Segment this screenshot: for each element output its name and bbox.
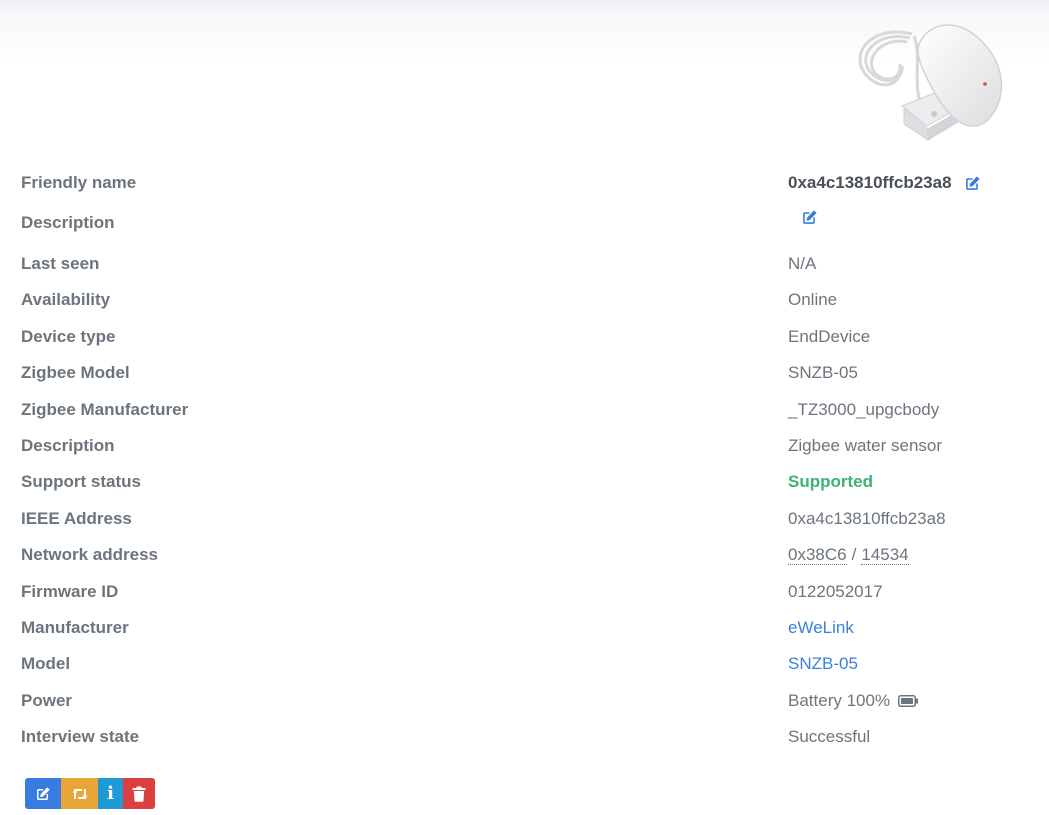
reconfigure-button[interactable]: [61, 778, 98, 809]
field-label: Power: [21, 691, 73, 710]
row-support-status: Support status Supported: [0, 467, 1049, 497]
rename-device-button[interactable]: [25, 778, 61, 809]
field-label: Network address: [21, 545, 158, 564]
field-value: N/A: [788, 254, 817, 273]
row-manufacturer: Manufacturer eWeLink: [0, 613, 1049, 643]
field-label: Device type: [21, 327, 116, 346]
row-interview-state: Interview state Successful: [0, 722, 1049, 752]
field-label: Interview state: [21, 727, 140, 746]
network-address-separator: /: [851, 545, 857, 564]
retweet-icon: [72, 788, 87, 799]
field-label: Last seen: [21, 254, 100, 273]
field-value: 0xa4c13810ffcb23a8: [788, 168, 982, 198]
support-status-badge: Supported: [788, 472, 873, 491]
field-value: Online: [788, 290, 838, 309]
friendly-name-value: 0xa4c13810ffcb23a8: [788, 173, 952, 192]
field-label: Zigbee Manufacturer: [21, 400, 189, 419]
model-link[interactable]: SNZB-05: [788, 649, 858, 679]
row-description: Description Zigbee water sensor: [0, 431, 1049, 461]
edit-icon[interactable]: [964, 174, 982, 192]
field-value: Battery 100%: [788, 686, 919, 716]
row-last-seen: Last seen N/A: [0, 249, 1049, 279]
field-label: Description: [21, 436, 115, 455]
network-address-hex: 0x38C6: [788, 544, 847, 565]
device-actions-toolbar: i: [25, 778, 155, 809]
power-value: Battery 100%: [788, 691, 891, 710]
field-value: Successful: [788, 727, 871, 746]
row-model: Model SNZB-05: [0, 649, 1049, 679]
field-label: Firmware ID: [21, 582, 119, 601]
row-description-editable: Description: [0, 208, 1049, 238]
battery-full-icon: [898, 695, 919, 707]
field-label: Friendly name: [21, 173, 137, 192]
field-value: SNZB-05: [788, 649, 858, 679]
info-icon: i: [107, 782, 114, 804]
field-label: Availability: [21, 290, 111, 309]
pencil-square-icon: [37, 786, 50, 800]
row-availability: Availability Online: [0, 285, 1049, 315]
field-label: IEEE Address: [21, 509, 132, 528]
field-value: EndDevice: [788, 327, 871, 346]
row-network-address: Network address 0x38C6 / 14534: [0, 540, 1049, 570]
field-value: 0xa4c13810ffcb23a8: [788, 509, 946, 528]
field-value: _TZ3000_upgcbody: [788, 400, 940, 419]
network-address-dec: 14534: [861, 544, 909, 565]
row-ieee-address: IEEE Address 0xa4c13810ffcb23a8: [0, 504, 1049, 534]
field-value: 0x38C6 / 14534: [788, 540, 909, 570]
field-label: Manufacturer: [21, 618, 129, 637]
field-label: Model: [21, 654, 71, 673]
field-label: Zigbee Model: [21, 363, 130, 382]
remove-device-button[interactable]: [123, 778, 155, 809]
field-value: eWeLink: [788, 613, 854, 643]
edit-icon[interactable]: [800, 208, 818, 226]
field-value: Zigbee water sensor: [788, 436, 943, 455]
field-value: [788, 208, 818, 226]
field-value: 0122052017: [788, 582, 883, 601]
field-label: Description: [21, 213, 115, 232]
row-zigbee-manufacturer: Zigbee Manufacturer _TZ3000_upgcbody: [0, 395, 1049, 425]
interview-button[interactable]: i: [98, 778, 123, 809]
row-firmware-id: Firmware ID 0122052017: [0, 577, 1049, 607]
device-image: [858, 24, 1003, 141]
field-value: SNZB-05: [788, 363, 858, 382]
row-power: Power Battery 100%: [0, 686, 1049, 716]
manufacturer-link[interactable]: eWeLink: [788, 613, 854, 643]
row-zigbee-model: Zigbee Model SNZB-05: [0, 358, 1049, 388]
row-device-type: Device type EndDevice: [0, 322, 1049, 352]
row-friendly-name: Friendly name 0xa4c13810ffcb23a8: [0, 168, 1049, 198]
field-label: Support status: [21, 472, 141, 491]
trash-icon: [132, 786, 146, 802]
